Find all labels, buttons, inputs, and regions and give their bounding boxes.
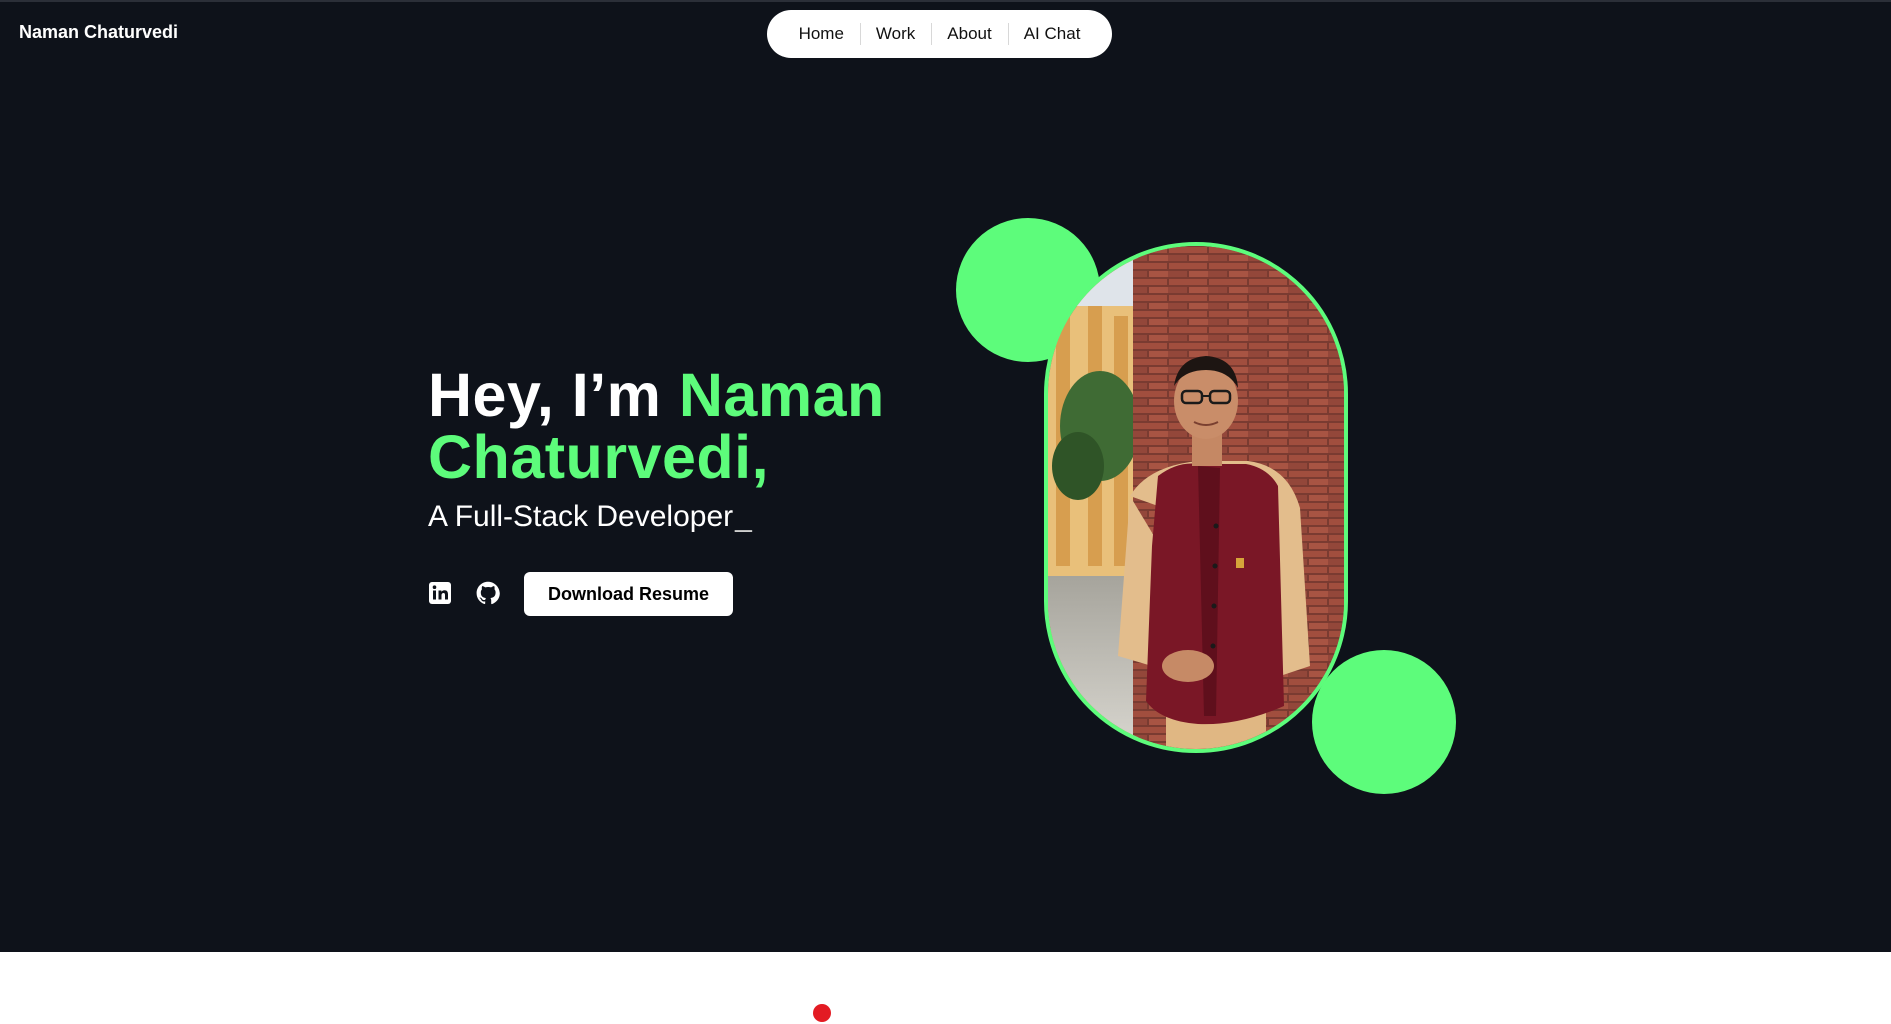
hero-subtitle: A Full-Stack Developer_: [428, 499, 752, 535]
typing-cursor: _: [735, 500, 752, 533]
github-icon: [476, 581, 500, 605]
headline-name-first: Naman: [678, 361, 885, 429]
linkedin-link[interactable]: [428, 581, 452, 605]
profile-photo-illustration: [1048, 246, 1344, 749]
main-nav: Home Work About AI Chat: [767, 10, 1112, 58]
brand-logo[interactable]: Naman Chaturvedi: [19, 22, 178, 43]
page: Naman Chaturvedi Home Work About AI Chat…: [0, 0, 1891, 1024]
nav-item-ai-chat[interactable]: AI Chat: [1007, 23, 1097, 45]
decor-circle-bottom: [1312, 650, 1456, 794]
linkedin-icon: [429, 582, 451, 604]
download-resume-button[interactable]: Download Resume: [524, 572, 733, 616]
github-link[interactable]: [476, 581, 500, 605]
nav-item-about[interactable]: About: [931, 23, 1007, 45]
nav-item-home[interactable]: Home: [783, 24, 860, 44]
profile-photo: [1044, 242, 1348, 753]
hero-headline: Hey, I’m Naman Chaturvedi,: [428, 364, 988, 488]
headline-greeting: Hey, I’m: [428, 361, 679, 429]
headline-name-last: Chaturvedi,: [428, 423, 770, 491]
scroll-indicator-dot: [813, 1004, 831, 1022]
subtitle-text: A Full-Stack Developer: [428, 500, 734, 533]
hero-section: Naman Chaturvedi Home Work About AI Chat…: [0, 0, 1891, 952]
nav-item-work[interactable]: Work: [859, 23, 931, 45]
